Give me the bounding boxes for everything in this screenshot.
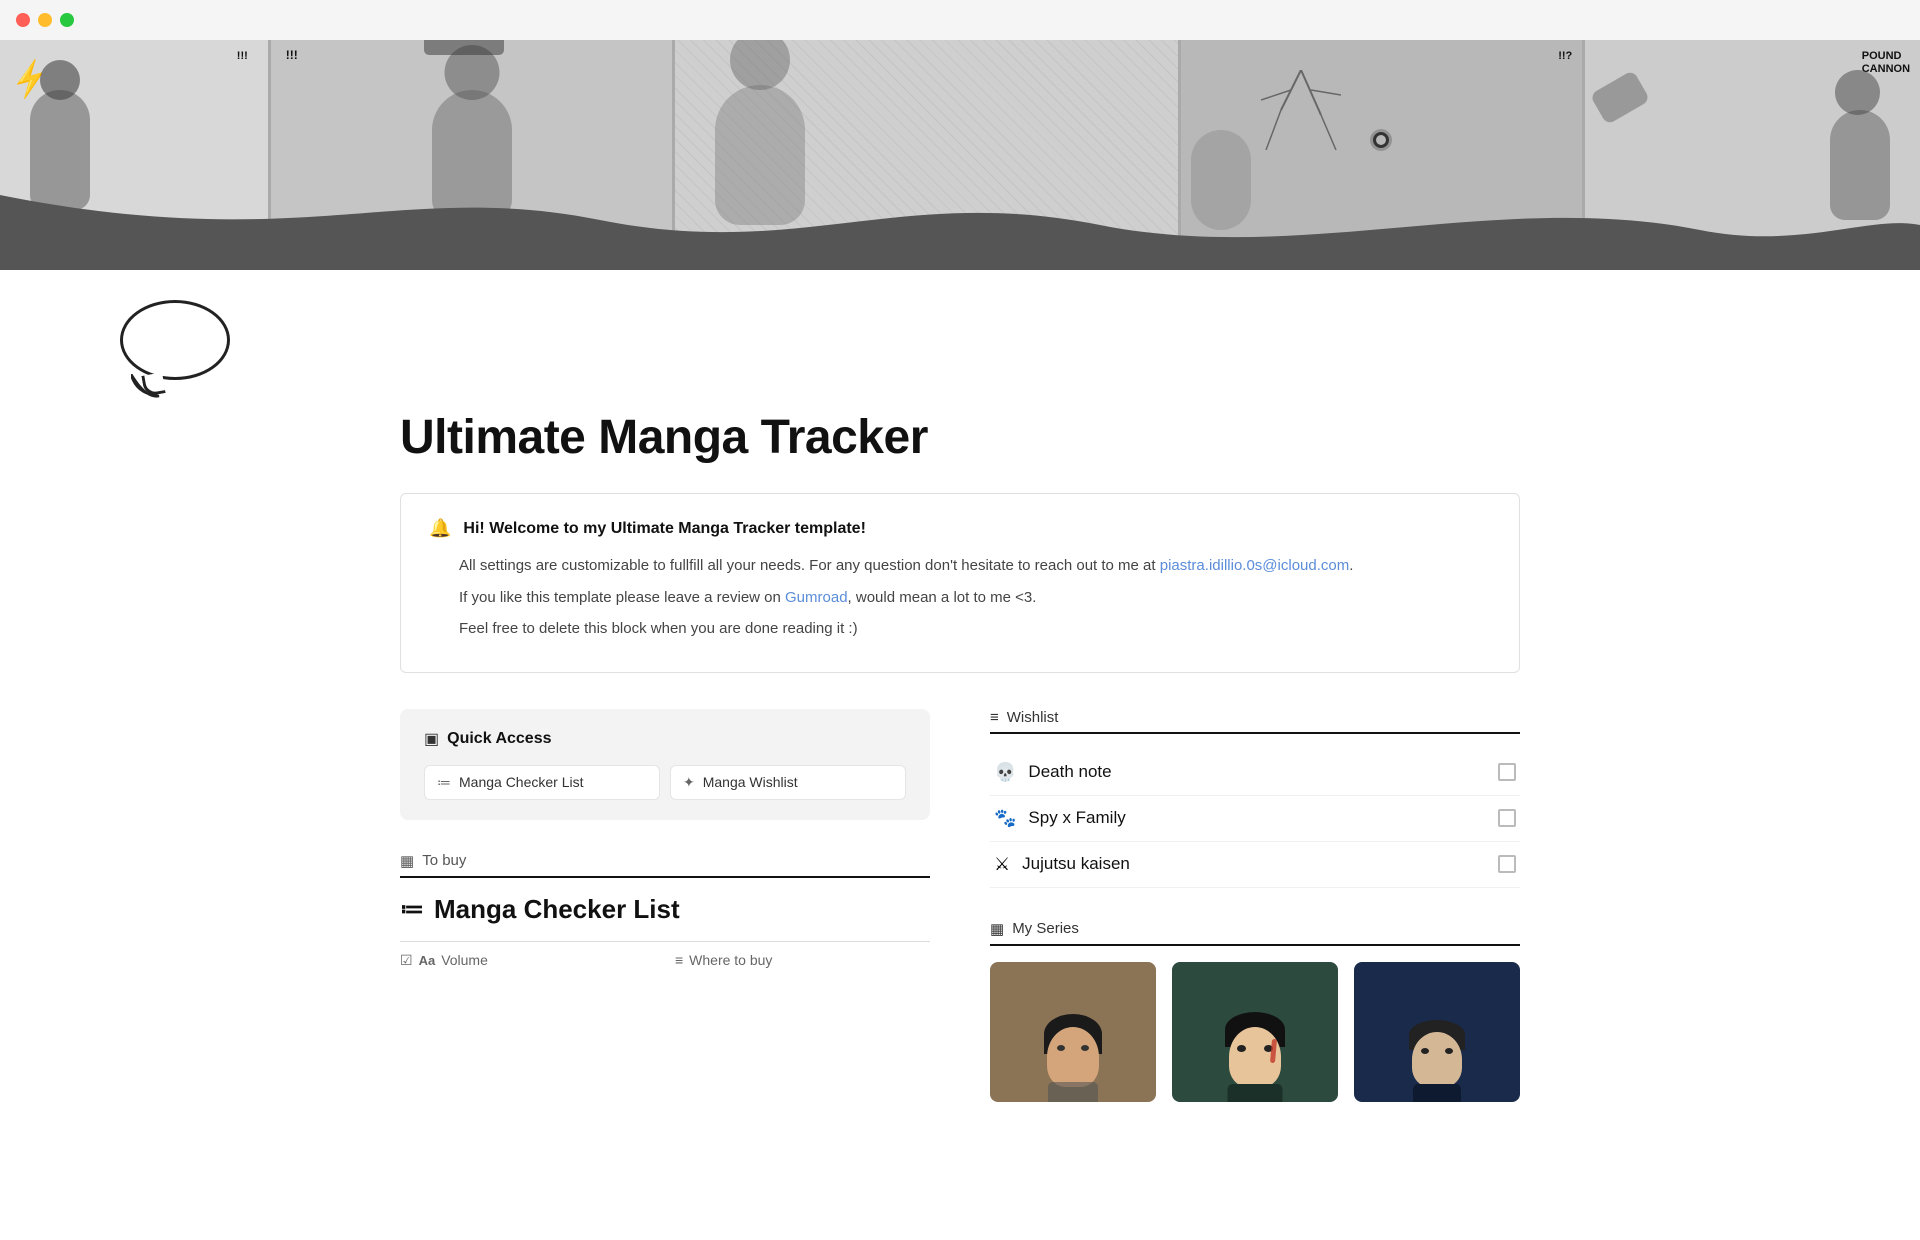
wishlist-item-left-3: ⚔ Jujutsu kaisen: [994, 854, 1130, 875]
wishlist-item-death-note: 💀 Death note: [990, 750, 1520, 796]
my-series-grid-icon: ▦: [990, 920, 1004, 938]
manga-checker-title-row: ≔ Manga Checker List: [400, 894, 930, 925]
quick-access-title: Quick Access: [447, 730, 551, 748]
minimize-button[interactable]: [38, 13, 52, 27]
welcome-box: 🔔 Hi! Welcome to my Ultimate Manga Track…: [400, 493, 1520, 673]
email-link[interactable]: piastra.idillio.0s@icloud.com: [1160, 557, 1349, 574]
wishlist-list-icon: ≡: [990, 709, 999, 726]
to-buy-label[interactable]: ▦ To buy: [400, 852, 930, 878]
manga-checker-icon: ≔: [400, 895, 424, 924]
jujutsu-checkbox[interactable]: [1498, 855, 1516, 873]
right-column: ≡ Wishlist 💀 Death note 🐾 Spy x Family: [990, 709, 1520, 1102]
to-buy-icon: ▦: [400, 852, 414, 870]
char-art-2: [1172, 962, 1338, 1102]
two-col-layout: ▣ Quick Access ≔ Manga Checker List ✦ Ma…: [400, 709, 1520, 1102]
my-series-label-row[interactable]: ▦ My Series: [990, 920, 1520, 946]
avatar-bubble: [120, 300, 230, 380]
wishlist-sparkle-icon: ✦: [683, 774, 695, 791]
manga-checker-title-text: Manga Checker List: [434, 894, 680, 925]
avatar-section: [0, 270, 1920, 390]
wishlist-section: ≡ Wishlist 💀 Death note 🐾 Spy x Family: [990, 709, 1520, 888]
volume-check-icon: ☑: [400, 952, 413, 969]
quick-access-icon: ▣: [424, 729, 439, 749]
welcome-header: 🔔 Hi! Welcome to my Ultimate Manga Track…: [429, 518, 1491, 539]
volume-column-header: ☑ Aa Volume: [400, 952, 655, 969]
page-content: Ultimate Manga Tracker 🔔 Hi! Welcome to …: [320, 410, 1600, 1182]
page-title: Ultimate Manga Tracker: [400, 410, 1520, 465]
wishlist-item-left-1: 💀 Death note: [994, 762, 1112, 783]
manga-checker-section: ≔ Manga Checker List ☑ Aa Volume ≡ Where…: [400, 894, 930, 969]
death-note-label: Death note: [1028, 762, 1111, 782]
char2-face: [1229, 1027, 1281, 1087]
wishlist-label-quick: Manga Wishlist: [703, 774, 798, 790]
wishlist-item-jujutsu: ⚔ Jujutsu kaisen: [990, 842, 1520, 888]
spy-family-label: Spy x Family: [1028, 808, 1125, 828]
where-to-buy-icon: ≡: [675, 952, 683, 968]
spy-family-icon: 🐾: [994, 808, 1016, 829]
wishlist-item-left-2: 🐾 Spy x Family: [994, 808, 1126, 829]
welcome-title: Hi! Welcome to my Ultimate Manga Tracker…: [463, 520, 865, 538]
hero-wave: [0, 175, 1920, 270]
quick-access-section: ▣ Quick Access ≔ Manga Checker List ✦ Ma…: [400, 709, 930, 820]
series-card-2[interactable]: [1172, 962, 1338, 1102]
char3-face: [1412, 1032, 1462, 1087]
char-art-3: [1354, 962, 1520, 1102]
welcome-line3: Feel free to delete this block when you …: [459, 616, 1491, 642]
where-to-buy-label: Where to buy: [689, 952, 772, 968]
hero-banner: ⚡ !!! !!! !!?: [0, 40, 1920, 270]
close-button[interactable]: [16, 13, 30, 27]
char1-face: [1047, 1027, 1099, 1087]
maximize-button[interactable]: [60, 13, 74, 27]
quick-access-grid: ≔ Manga Checker List ✦ Manga Wishlist: [424, 765, 906, 800]
window-controls: [0, 0, 1920, 40]
where-to-buy-column-header: ≡ Where to buy: [675, 952, 930, 969]
checker-list-label: Manga Checker List: [459, 774, 584, 790]
death-note-checkbox[interactable]: [1498, 763, 1516, 781]
series-card-1[interactable]: [990, 962, 1156, 1102]
welcome-line1: All settings are customizable to fullfil…: [459, 553, 1491, 579]
checker-list-icon: ≔: [437, 774, 451, 791]
manga-checker-table-headers: ☑ Aa Volume ≡ Where to buy: [400, 941, 930, 969]
quick-access-header: ▣ Quick Access: [424, 729, 906, 749]
wishlist-section-title: Wishlist: [1007, 709, 1059, 726]
quick-access-manga-wishlist[interactable]: ✦ Manga Wishlist: [670, 765, 906, 800]
my-series-title: My Series: [1012, 920, 1079, 937]
series-cards-grid: [990, 962, 1520, 1102]
quick-access-manga-checker[interactable]: ≔ Manga Checker List: [424, 765, 660, 800]
to-buy-text: To buy: [422, 852, 466, 869]
death-note-icon: 💀: [994, 762, 1016, 783]
wishlist-label-row[interactable]: ≡ Wishlist: [990, 709, 1520, 734]
spy-family-checkbox[interactable]: [1498, 809, 1516, 827]
jujutsu-label: Jujutsu kaisen: [1022, 854, 1130, 874]
gumroad-link[interactable]: Gumroad: [785, 589, 848, 606]
jujutsu-icon: ⚔: [994, 854, 1010, 875]
to-buy-section: ▦ To buy: [400, 852, 930, 878]
bell-icon: 🔔: [429, 518, 451, 539]
welcome-line2: If you like this template please leave a…: [459, 585, 1491, 611]
volume-label: Volume: [441, 952, 488, 968]
char-art-1: [990, 962, 1156, 1102]
my-series-section: ▦ My Series: [990, 920, 1520, 1102]
wishlist-item-spy-family: 🐾 Spy x Family: [990, 796, 1520, 842]
volume-aa-prefix: Aa: [419, 953, 436, 968]
series-card-3[interactable]: [1354, 962, 1520, 1102]
left-column: ▣ Quick Access ≔ Manga Checker List ✦ Ma…: [400, 709, 930, 969]
